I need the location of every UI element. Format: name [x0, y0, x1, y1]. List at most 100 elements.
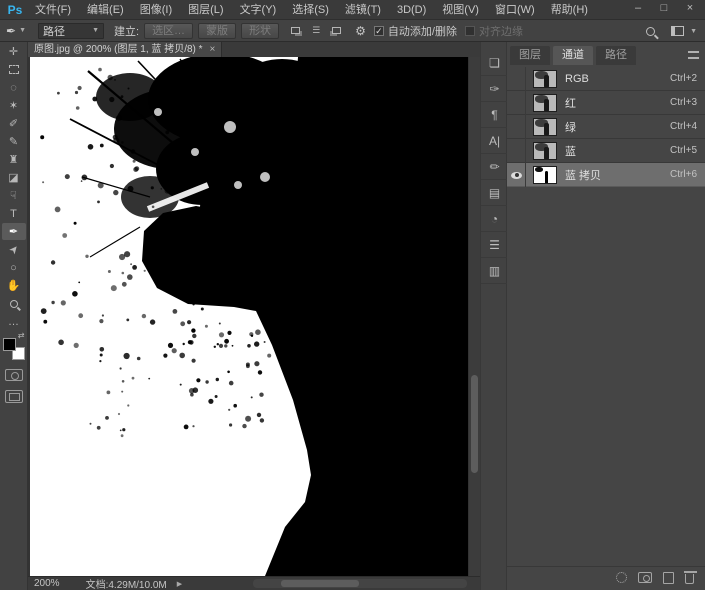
adjustments-panel-icon[interactable]: ☰	[481, 232, 508, 258]
hand-tool[interactable]: ✋	[2, 277, 26, 294]
menu-item-9[interactable]: 窗口(W)	[487, 0, 543, 20]
menu-item-4[interactable]: 文字(Y)	[232, 0, 285, 20]
options-bar-right: ▼	[646, 20, 697, 42]
document-tab-title: 原图.jpg @ 200% (图层 1, 蓝 拷贝/8) *	[34, 42, 203, 57]
info-panel-icon[interactable]: ▤	[481, 180, 508, 206]
panel-menu-icon[interactable]	[688, 51, 699, 59]
chevron-down-icon[interactable]: ▼	[690, 28, 697, 35]
panel-tab-通道[interactable]: 通道	[553, 46, 593, 65]
swap-colors-icon[interactable]: ⇄	[18, 331, 25, 340]
channel-shortcut: Ctrl+6	[670, 169, 697, 180]
properties-panel-icon[interactable]: ▥	[481, 258, 508, 284]
channel-row-2[interactable]: 绿Ctrl+4	[507, 115, 705, 139]
channels-panel: 图层通道路径 RGBCtrl+2红Ctrl+3绿Ctrl+4蓝Ctrl+5蓝 拷…	[507, 42, 705, 590]
channel-shortcut: Ctrl+4	[670, 121, 697, 132]
histogram-panel-icon[interactable]: ◔	[481, 206, 508, 232]
auto-add-delete-checkbox[interactable]: ✓	[374, 26, 384, 36]
minimize-button[interactable]: –	[625, 0, 651, 18]
channel-shortcut: Ctrl+5	[670, 145, 697, 156]
channel-thumbnail	[533, 94, 557, 112]
type-tool[interactable]: T	[2, 205, 26, 222]
zoom-tool[interactable]	[2, 295, 26, 312]
close-tab-icon[interactable]: ×	[210, 42, 216, 57]
move-tool[interactable]: ✛	[2, 43, 26, 60]
menu-item-3[interactable]: 图层(L)	[180, 0, 231, 20]
channel-thumbnail	[533, 118, 557, 136]
menu-item-10[interactable]: 帮助(H)	[543, 0, 596, 20]
smudge-tool[interactable]: ☟	[2, 187, 26, 204]
visibility-toggle[interactable]	[507, 163, 526, 187]
paragraph-panel-icon[interactable]: ¶	[481, 102, 508, 128]
save-selection-as-channel-icon[interactable]	[638, 572, 652, 583]
quick-selection-tool[interactable]: ✶	[2, 97, 26, 114]
new-channel-icon[interactable]	[663, 572, 674, 584]
channel-row-4[interactable]: 蓝 拷贝Ctrl+6	[507, 163, 705, 187]
horizontal-scrollbar[interactable]	[253, 579, 467, 588]
tool-preset-picker[interactable]: ✒ ▼	[6, 24, 26, 38]
menu-item-7[interactable]: 3D(D)	[389, 0, 434, 20]
channel-row-0[interactable]: RGBCtrl+2	[507, 67, 705, 91]
horizontal-scrollbar-thumb[interactable]	[281, 580, 359, 587]
document-size-readout: 文档:4.29M/10.0M	[86, 576, 167, 590]
title-bar: Ps 文件(F)编辑(E)图像(I)图层(L)文字(Y)选择(S)滤镜(T)3D…	[0, 0, 705, 20]
visibility-toggle[interactable]	[507, 115, 526, 139]
close-button[interactable]: ×	[677, 0, 703, 18]
pen-tool-icon: ✒	[6, 24, 16, 38]
zoom-level-field[interactable]: 200%	[34, 578, 60, 589]
visibility-toggle[interactable]	[507, 91, 526, 115]
path-operations-icon[interactable]	[291, 27, 300, 34]
quick-mask-button[interactable]	[5, 369, 23, 381]
menu-item-6[interactable]: 滤镜(T)	[337, 0, 389, 20]
channel-row-1[interactable]: 红Ctrl+3	[507, 91, 705, 115]
panel-tab-图层[interactable]: 图层	[510, 46, 550, 65]
menu-item-0[interactable]: 文件(F)	[27, 0, 79, 20]
vertical-scrollbar[interactable]	[469, 57, 480, 576]
make-mask-button[interactable]: 蒙版	[198, 23, 236, 39]
tools-panel: ✛◌✶✐✎♜◪☟T✒➤○✋… ⇄	[0, 42, 28, 590]
styles-panel-icon[interactable]: ✑	[481, 76, 508, 102]
document-tab[interactable]: 原图.jpg @ 200% (图层 1, 蓝 拷贝/8) * ×	[28, 42, 222, 57]
vertical-scrollbar-thumb[interactable]	[471, 375, 478, 473]
status-flyout-arrow-icon[interactable]: ▶	[177, 580, 182, 588]
brush-panel-icon[interactable]: ✏	[481, 154, 508, 180]
visibility-toggle[interactable]	[507, 67, 526, 91]
clone-stamp-tool[interactable]: ♜	[2, 151, 26, 168]
clone-source-panel-icon[interactable]: ❏	[481, 50, 508, 76]
eraser-tool[interactable]: ◪	[2, 169, 26, 186]
workspace-switcher-icon[interactable]	[671, 26, 684, 36]
channel-row-3[interactable]: 蓝Ctrl+5	[507, 139, 705, 163]
channel-list: RGBCtrl+2红Ctrl+3绿Ctrl+4蓝Ctrl+5蓝 拷贝Ctrl+6	[507, 67, 705, 187]
panel-tab-路径[interactable]: 路径	[596, 46, 636, 65]
canvas[interactable]	[30, 57, 468, 576]
maximize-button[interactable]: □	[651, 0, 677, 18]
menu-item-8[interactable]: 视图(V)	[434, 0, 487, 20]
lasso-tool[interactable]: ◌	[2, 79, 26, 96]
menu-item-5[interactable]: 选择(S)	[284, 0, 337, 20]
brush-tool[interactable]: ✎	[2, 133, 26, 150]
foreground-color-swatch[interactable]	[3, 338, 16, 351]
tool-mode-dropdown[interactable]: 路径 ▼	[38, 23, 104, 39]
make-selection-button[interactable]: 选区…	[144, 23, 193, 39]
gear-icon[interactable]: ⚙	[355, 24, 366, 38]
make-label: 建立:	[114, 23, 139, 39]
search-icon[interactable]	[646, 27, 655, 36]
menu-item-2[interactable]: 图像(I)	[132, 0, 180, 20]
healing-brush-tool[interactable]: ✐	[2, 115, 26, 132]
align-edges-label: 对齐边缘	[479, 23, 523, 39]
make-shape-button[interactable]: 形状	[241, 23, 279, 39]
visibility-toggle[interactable]	[507, 139, 526, 163]
document-tab-bar: 原图.jpg @ 200% (图层 1, 蓝 拷贝/8) * ×	[28, 42, 480, 57]
character-panel-icon[interactable]: A|	[481, 128, 508, 154]
screen-mode-button[interactable]	[5, 390, 23, 403]
marquee-tool[interactable]	[2, 61, 26, 78]
channel-name: 绿	[565, 119, 670, 135]
load-channel-as-selection-icon[interactable]	[616, 572, 627, 583]
more-tools[interactable]: …	[2, 313, 26, 330]
path-arrangement-icon[interactable]	[332, 27, 341, 34]
delete-channel-icon[interactable]	[685, 574, 694, 584]
document-area: 原图.jpg @ 200% (图层 1, 蓝 拷贝/8) * ×	[28, 42, 480, 590]
channel-shortcut: Ctrl+3	[670, 97, 697, 108]
path-alignment-icon[interactable]: ☰	[312, 25, 320, 36]
menu-item-1[interactable]: 编辑(E)	[79, 0, 132, 20]
window-controls: – □ ×	[625, 0, 703, 18]
